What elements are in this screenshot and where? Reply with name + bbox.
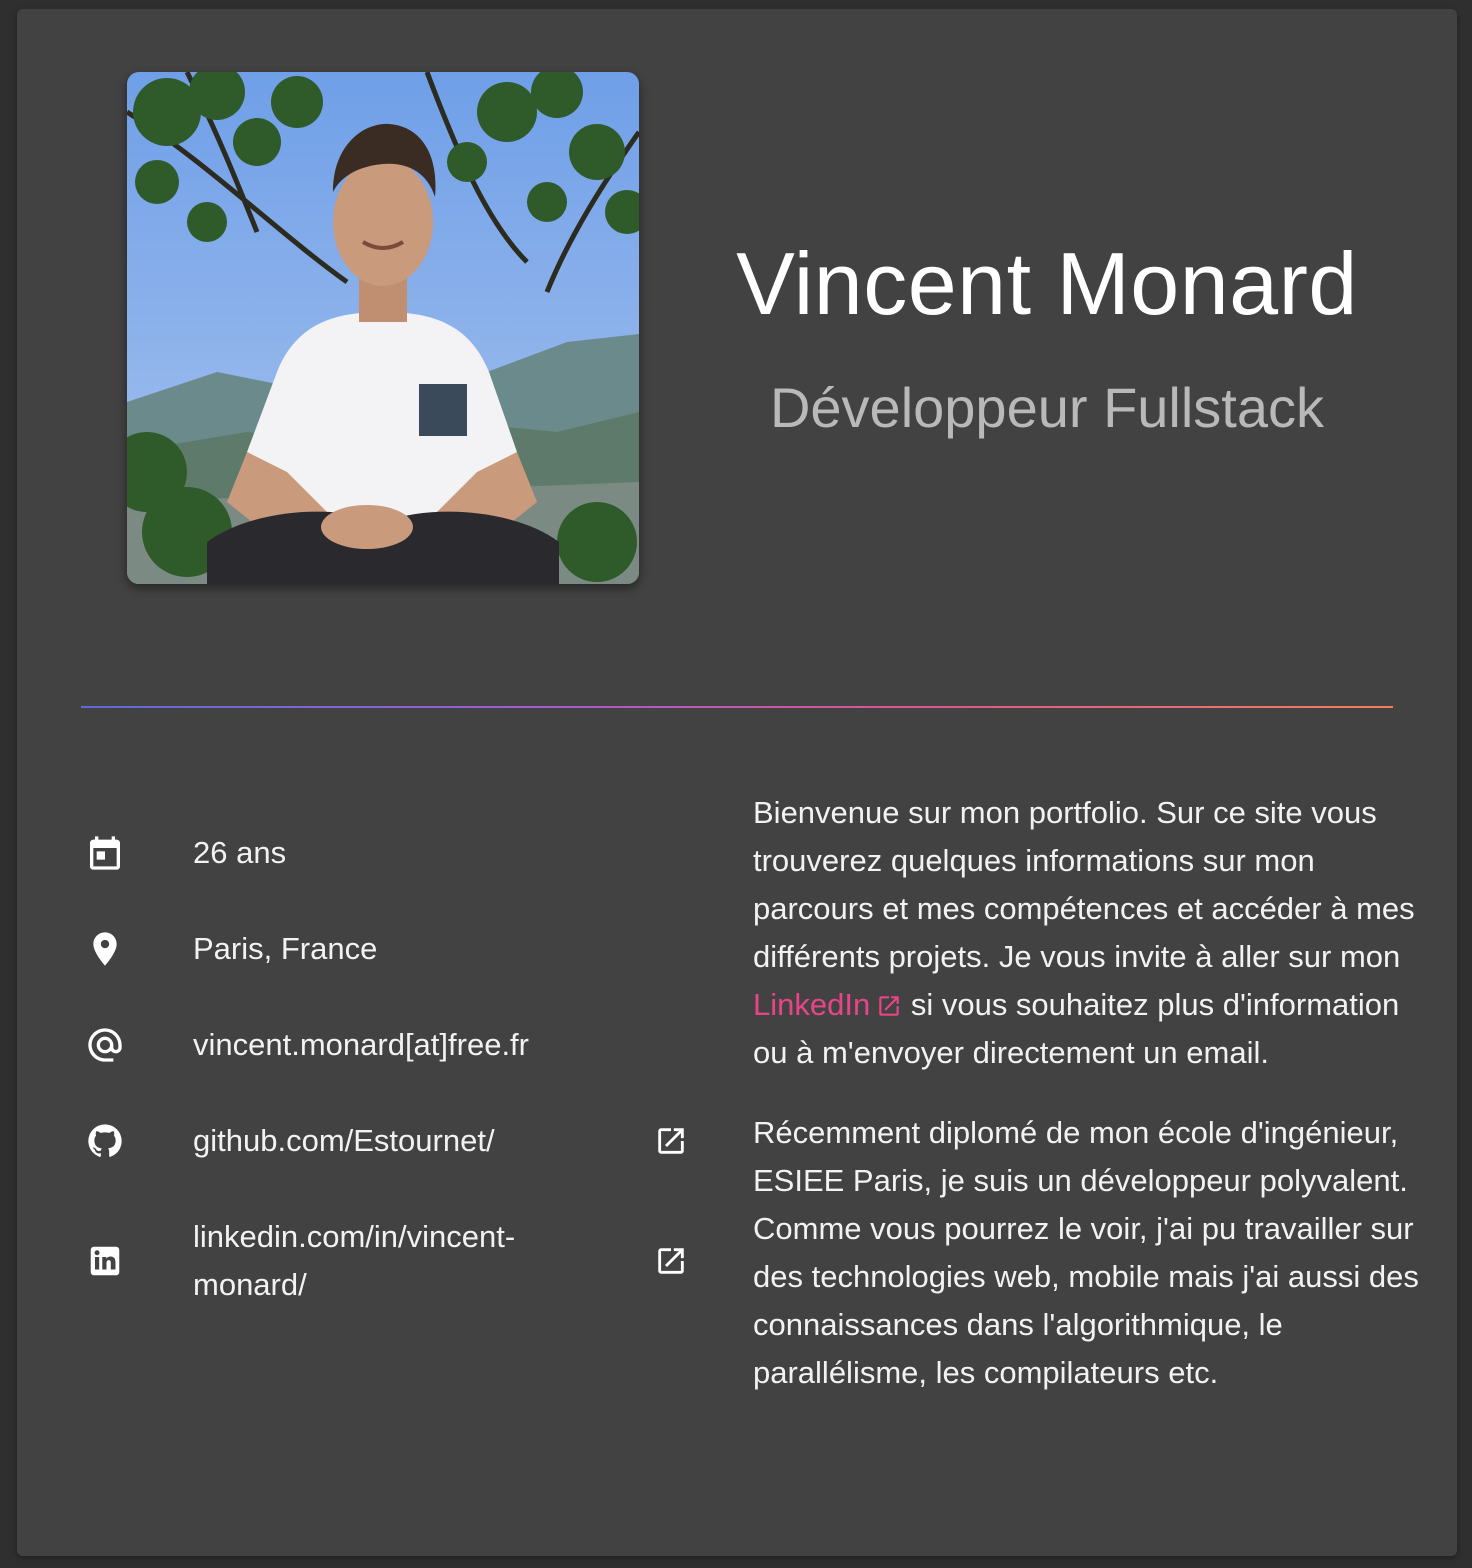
linkedin-link-line1[interactable]: linkedin.com/in/vincent- xyxy=(193,1213,583,1261)
info-row-age: 26 ans xyxy=(81,829,691,877)
profile-title: Développeur Fullstack xyxy=(769,376,1325,439)
location-pin-icon xyxy=(81,925,129,973)
gradient-divider xyxy=(81,706,1393,708)
info-row-github: github.com/Estournet/ xyxy=(81,1117,691,1165)
linkedin-link-line2[interactable]: monard/ xyxy=(193,1261,583,1309)
profile-photo xyxy=(127,72,639,584)
age-text: 26 ans xyxy=(193,835,287,870)
about-paragraph-2: Récemment diplomé de mon école d'ingénie… xyxy=(753,1115,1419,1390)
info-row-location: Paris, France xyxy=(81,925,691,973)
github-link[interactable]: github.com/Estournet/ xyxy=(193,1117,583,1165)
linkedin-icon xyxy=(81,1237,129,1285)
about-p1-text: Bienvenue sur mon portfolio. Sur ce site… xyxy=(753,795,1415,974)
linkedin-inline-label[interactable]: LinkedIn xyxy=(753,987,870,1022)
profile-name: Vincent Monard xyxy=(736,234,1358,333)
external-link-icon xyxy=(879,996,899,1016)
linkedin-link[interactable]: linkedin.com/in/vincent- monard/ xyxy=(193,1213,583,1309)
calendar-icon xyxy=(81,829,129,877)
github-icon xyxy=(81,1117,129,1165)
at-sign-icon xyxy=(81,1021,129,1069)
linkedin-inline-link[interactable]: LinkedIn xyxy=(753,987,902,1022)
profile-card: Vincent Monard Développeur Fullstack 26 … xyxy=(17,9,1457,1556)
external-link-icon[interactable] xyxy=(651,1121,691,1161)
about-section: Bienvenue sur mon portfolio. Sur ce site… xyxy=(753,789,1439,1429)
info-row-linkedin: linkedin.com/in/vincent- monard/ xyxy=(81,1213,691,1309)
external-link-icon[interactable] xyxy=(651,1241,691,1281)
location-text: Paris, France xyxy=(193,931,378,966)
about-paragraph-1: Bienvenue sur mon portfolio. Sur ce site… xyxy=(753,789,1439,1077)
email-text: vincent.monard[at]free.fr xyxy=(193,1027,529,1062)
info-row-email: vincent.monard[at]free.fr xyxy=(81,1021,691,1069)
